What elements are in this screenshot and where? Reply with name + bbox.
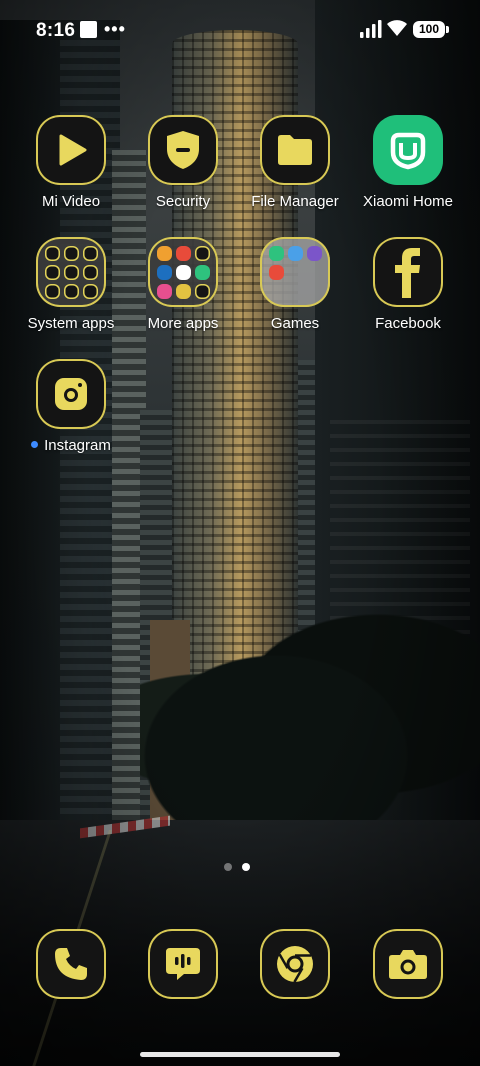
mini-app-icon: [194, 264, 210, 280]
xiaomi-home-icon: [373, 115, 443, 185]
mini-app-icon: [44, 264, 60, 280]
folder-grid-icon: [260, 237, 330, 307]
more-notifications-icon: •••: [104, 19, 126, 39]
mini-app-icon: [287, 245, 303, 261]
folder-more-apps[interactable]: More apps: [128, 237, 238, 332]
dock-phone[interactable]: [16, 929, 126, 999]
new-install-dot: [31, 440, 39, 448]
mini-app-icon: [63, 245, 79, 261]
folder-games[interactable]: Games: [240, 237, 350, 332]
home-gesture-bar[interactable]: [140, 1052, 340, 1057]
instagram-icon: [36, 359, 106, 429]
page-dot-active[interactable]: [242, 863, 250, 871]
app-label: Instagram: [44, 437, 111, 454]
mini-app-icon: [306, 245, 322, 261]
mini-app-icon: [82, 264, 98, 280]
phone-icon: [36, 929, 106, 999]
dock-chrome[interactable]: [240, 929, 350, 999]
mini-app-icon: [156, 245, 172, 261]
mini-app-slot: [307, 284, 322, 299]
mini-app-icon: [194, 245, 210, 261]
page-indicator: [224, 863, 250, 871]
message-icon: [148, 929, 218, 999]
notification-icon: [80, 21, 97, 38]
dock-messaging[interactable]: [128, 929, 238, 999]
app-label: File Manager: [251, 193, 339, 210]
mini-app-icon: [82, 245, 98, 261]
battery-indicator: 100: [413, 21, 449, 38]
mini-app-icon: [268, 264, 284, 280]
app-label: Mi Video: [41, 193, 101, 210]
mini-app-icon: [175, 245, 191, 261]
mini-app-slot: [288, 284, 303, 299]
mini-app-icon: [156, 283, 172, 299]
mini-app-icon: [82, 283, 98, 299]
camera-icon: [373, 929, 443, 999]
app-xiaomi-home[interactable]: Xiaomi Home: [353, 115, 463, 210]
mini-app-icon: [175, 264, 191, 280]
app-label: Xiaomi Home: [362, 193, 454, 210]
mini-app-icon: [194, 283, 210, 299]
app-instagram[interactable]: Instagram: [16, 359, 126, 454]
signal-icon: [360, 20, 382, 38]
chrome-icon: [260, 929, 330, 999]
app-label: Facebook: [375, 315, 441, 332]
mini-app-icon: [63, 264, 79, 280]
facebook-icon: [373, 237, 443, 307]
mini-app-slot: [307, 265, 322, 280]
folder-grid-icon: [36, 237, 106, 307]
shield-icon: [148, 115, 218, 185]
app-security[interactable]: Security: [128, 115, 238, 210]
mini-app-icon: [175, 283, 191, 299]
app-file-manager[interactable]: File Manager: [240, 115, 350, 210]
folder-system-apps[interactable]: System apps: [16, 237, 126, 332]
mini-app-icon: [156, 264, 172, 280]
dock-camera[interactable]: [353, 929, 463, 999]
app-label: Security: [155, 193, 211, 210]
clock: 8:16: [36, 20, 76, 41]
mini-app-icon: [44, 283, 60, 299]
mini-app-slot: [288, 265, 303, 280]
app-label-row: Instagram: [16, 437, 126, 454]
mini-app-slot: [269, 284, 284, 299]
wifi-icon: [387, 20, 407, 36]
page-dot[interactable]: [224, 863, 232, 871]
app-label: More apps: [147, 315, 219, 332]
folder-grid-icon: [148, 237, 218, 307]
app-label: Games: [270, 315, 320, 332]
mini-app-icon: [63, 283, 79, 299]
app-mi-video[interactable]: Mi Video: [16, 115, 126, 210]
play-icon: [36, 115, 106, 185]
mini-app-icon: [268, 245, 284, 261]
app-label: System apps: [27, 315, 115, 332]
mini-app-icon: [44, 245, 60, 261]
folder-icon: [260, 115, 330, 185]
status-bar: 8:16 ••• 100: [0, 0, 480, 60]
app-facebook[interactable]: Facebook: [353, 237, 463, 332]
